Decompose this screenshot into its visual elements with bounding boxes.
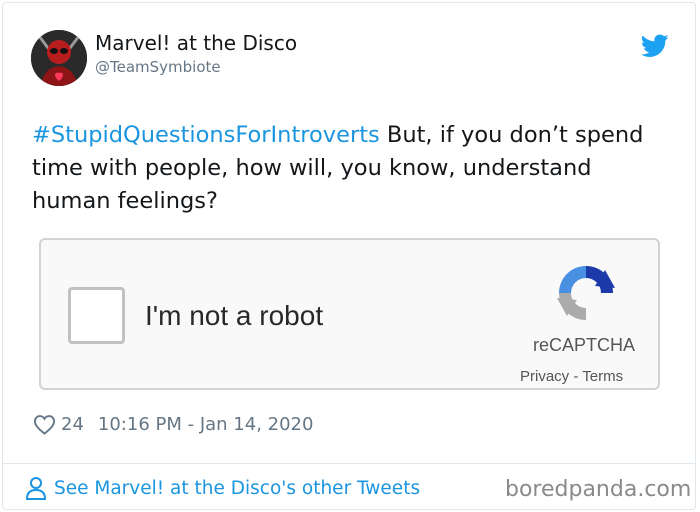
watermark: boredpanda.com [505,477,692,502]
like-count[interactable]: 24 [61,414,84,435]
tweet-meta: 24 10:16 PM - Jan 14, 2020 [33,412,313,436]
tweet-timestamp[interactable]: 10:16 PM - Jan 14, 2020 [98,414,314,435]
captcha-label: I'm not a robot [145,300,324,331]
recaptcha-brand: reCAPTCHA [533,335,636,355]
tweet-media-recaptcha-image[interactable]: I'm not a robot reCAPTCHA Privacy - Term… [39,238,660,390]
author-handle[interactable]: @TeamSymbiote [95,58,221,76]
tweet-text: #StupidQuestionsForIntroverts But, if yo… [32,119,672,218]
see-other-tweets-link[interactable]: See Marvel! at the Disco's other Tweets [25,475,420,501]
author-display-name[interactable]: Marvel! at the Disco [95,31,297,55]
heart-icon[interactable] [33,414,56,435]
see-other-tweets-label[interactable]: See Marvel! at the Disco's other Tweets [54,478,420,499]
divider [2,463,696,464]
deadpool-avatar-icon[interactable] [31,30,87,86]
twitter-bird-icon[interactable] [641,34,669,58]
hashtag-link[interactable]: #StupidQuestionsForIntroverts [32,122,380,148]
recaptcha-logo-icon [557,266,615,320]
captcha-checkbox [68,287,125,344]
recaptcha-links: Privacy - Terms [520,368,624,385]
user-icon [25,477,47,500]
